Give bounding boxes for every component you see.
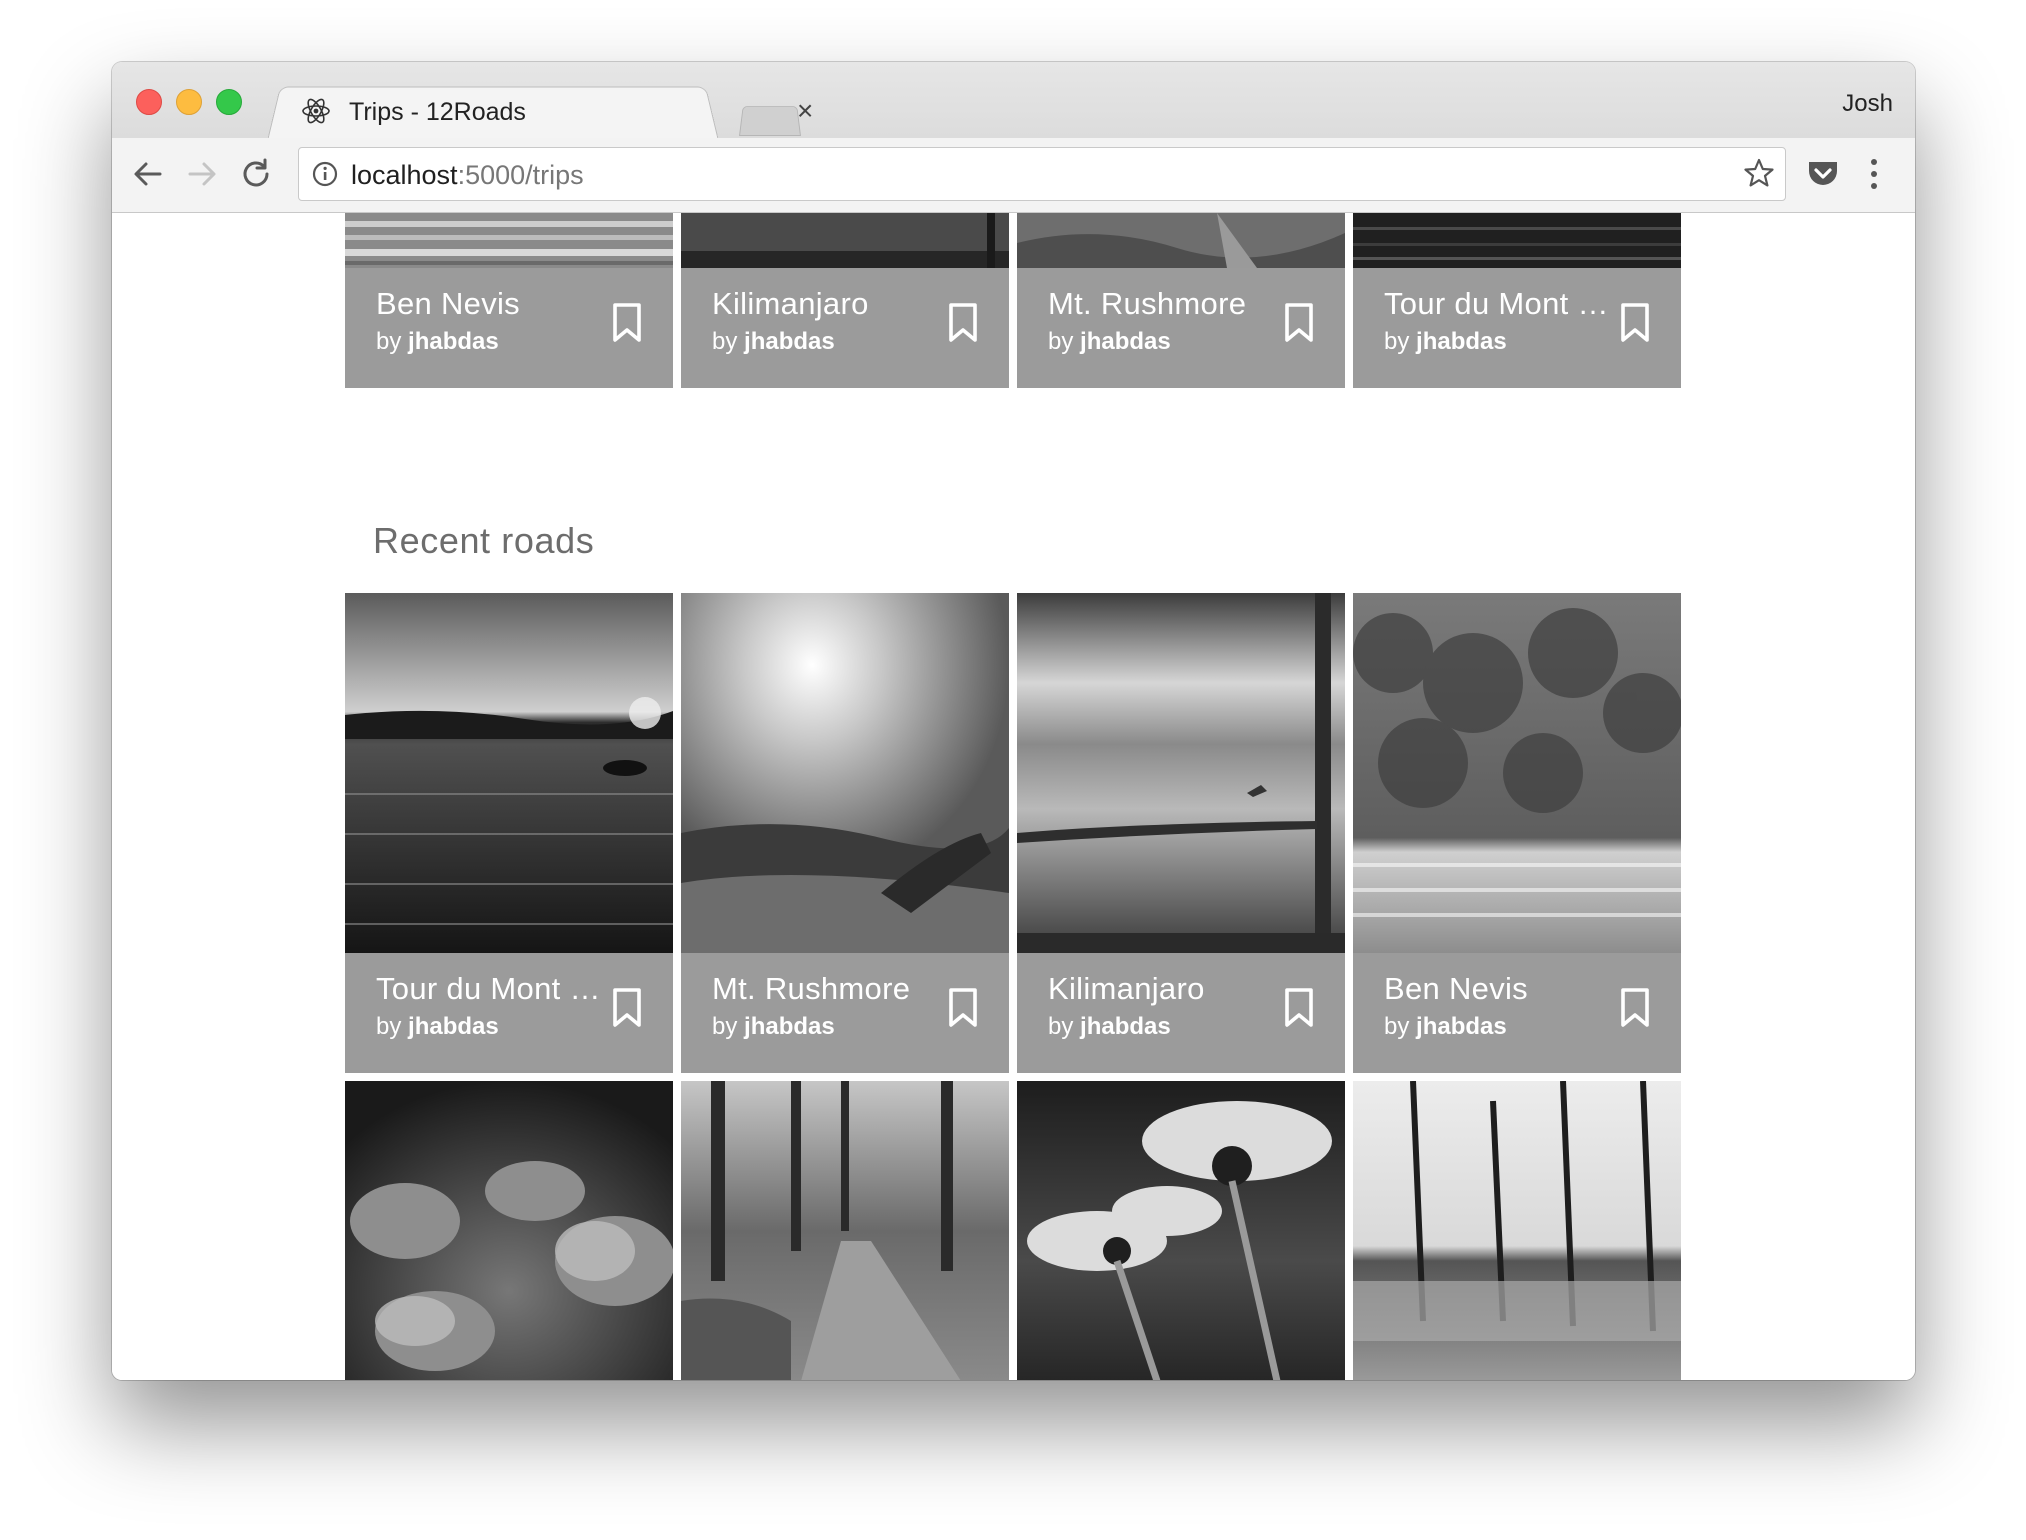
- by-prefix: by: [1384, 328, 1410, 355]
- trip-name[interactable]: Mt. Rushmore: [712, 971, 942, 1007]
- active-tab[interactable]: Trips - 12Roads ×: [287, 84, 813, 138]
- by-prefix: by: [1048, 1013, 1074, 1040]
- card-footer: Tour du Mont Blanc by jhabdas: [1353, 268, 1681, 388]
- star-icon[interactable]: [1743, 157, 1775, 189]
- trip-name[interactable]: Mt. Rushmore: [1048, 286, 1278, 322]
- trip-photo: [681, 1081, 1009, 1380]
- trip-card[interactable]: [345, 1081, 673, 1380]
- bookmark-icon[interactable]: [1617, 987, 1653, 1029]
- bookmark-icon[interactable]: [1281, 987, 1317, 1029]
- by-prefix: by: [712, 1013, 738, 1040]
- card-footer: Kilimanjaro by jhabdas: [681, 268, 1009, 388]
- url-host: localhost: [351, 160, 458, 190]
- reload-icon[interactable]: [238, 156, 274, 192]
- trip-card[interactable]: Tour du Mont Blanc by jhabdas: [1353, 213, 1681, 388]
- bookmark-icon[interactable]: [945, 987, 981, 1029]
- by-prefix: by: [1384, 1013, 1410, 1040]
- minimize-window-button[interactable]: [176, 89, 202, 115]
- trip-name[interactable]: Ben Nevis: [376, 286, 606, 322]
- close-window-button[interactable]: [136, 89, 162, 115]
- trip-photo: [681, 213, 1009, 268]
- react-icon: [302, 98, 330, 124]
- trip-author: by jhabdas: [712, 328, 835, 356]
- url-path: :5000/trips: [457, 160, 584, 190]
- trip-author: by jhabdas: [376, 328, 499, 356]
- by-prefix: by: [712, 328, 738, 355]
- trip-photo: [1353, 593, 1681, 953]
- trip-photo: [1017, 593, 1345, 953]
- menu-icon[interactable]: [1868, 156, 1880, 192]
- author-name[interactable]: jhabdas: [744, 1013, 835, 1040]
- trip-name[interactable]: Ben Nevis: [1384, 971, 1614, 1007]
- card-footer: Kilimanjaro by jhabdas: [1017, 953, 1345, 1073]
- card-footer: Tour du Mont Blanc by jhabdas: [345, 953, 673, 1073]
- by-prefix: by: [1048, 328, 1074, 355]
- trip-card[interactable]: Ben Nevis by jhabdas: [1353, 593, 1681, 1073]
- trip-author: by jhabdas: [1048, 1013, 1171, 1041]
- trip-card[interactable]: Tour du Mont Blanc by jhabdas: [345, 593, 673, 1073]
- trip-card[interactable]: Ben Nevis by jhabdas: [345, 213, 673, 388]
- by-prefix: by: [376, 328, 402, 355]
- bookmark-icon[interactable]: [609, 302, 645, 344]
- address-bar[interactable]: localhost:5000/trips: [298, 147, 1786, 201]
- card-footer: Mt. Rushmore by jhabdas: [681, 953, 1009, 1073]
- pocket-icon[interactable]: [1806, 156, 1840, 190]
- trip-author: by jhabdas: [1048, 328, 1171, 356]
- tab-title: Trips - 12Roads: [349, 98, 526, 126]
- trip-card[interactable]: [681, 1081, 1009, 1380]
- trip-name[interactable]: Kilimanjaro: [712, 286, 942, 322]
- trip-author: by jhabdas: [1384, 328, 1507, 356]
- bookmark-icon[interactable]: [945, 302, 981, 344]
- bookmark-icon[interactable]: [609, 987, 645, 1029]
- trip-photo: [1017, 1081, 1345, 1380]
- forward-arrow-icon[interactable]: [184, 156, 220, 192]
- trip-author: by jhabdas: [712, 1013, 835, 1041]
- trip-name[interactable]: Tour du Mont Blanc: [1384, 286, 1614, 322]
- trip-photo: [345, 213, 673, 268]
- trip-photo: [345, 593, 673, 953]
- browser-toolbar: localhost:5000/trips: [112, 138, 1915, 213]
- trip-photo: [1353, 213, 1681, 268]
- url-text[interactable]: localhost:5000/trips: [351, 160, 584, 191]
- author-name[interactable]: jhabdas: [744, 328, 835, 355]
- trip-card[interactable]: [1017, 1081, 1345, 1380]
- author-name[interactable]: jhabdas: [1416, 1013, 1507, 1040]
- card-footer: Ben Nevis by jhabdas: [1353, 953, 1681, 1073]
- card-footer: Ben Nevis by jhabdas: [345, 268, 673, 388]
- trip-card[interactable]: [1353, 1081, 1681, 1380]
- trip-card[interactable]: Kilimanjaro by jhabdas: [1017, 593, 1345, 1073]
- author-name[interactable]: jhabdas: [1080, 328, 1171, 355]
- author-name[interactable]: jhabdas: [1080, 1013, 1171, 1040]
- bookmark-icon[interactable]: [1617, 302, 1653, 344]
- browser-window: Trips - 12Roads × Josh localhost:5000/tr…: [112, 62, 1915, 1380]
- trip-author: by jhabdas: [376, 1013, 499, 1041]
- tab-close-icon[interactable]: ×: [797, 97, 813, 125]
- author-name[interactable]: jhabdas: [1416, 328, 1507, 355]
- page-content: Ben Nevis by jhabdas Kilimanjaro by jhab…: [112, 213, 1915, 1380]
- trip-photo: [681, 593, 1009, 953]
- trip-name[interactable]: Kilimanjaro: [1048, 971, 1278, 1007]
- zoom-window-button[interactable]: [216, 89, 242, 115]
- author-name[interactable]: jhabdas: [408, 1013, 499, 1040]
- by-prefix: by: [376, 1013, 402, 1040]
- profile-name[interactable]: Josh: [1842, 90, 1893, 118]
- title-bar: Trips - 12Roads × Josh: [112, 62, 1915, 141]
- bookmark-icon[interactable]: [1281, 302, 1317, 344]
- card-footer: Mt. Rushmore by jhabdas: [1017, 268, 1345, 388]
- trip-photo: [1017, 213, 1345, 268]
- trip-photo: [1353, 1081, 1681, 1380]
- trip-card[interactable]: Mt. Rushmore by jhabdas: [681, 593, 1009, 1073]
- trip-photo: [345, 1081, 673, 1380]
- trip-author: by jhabdas: [1384, 1013, 1507, 1041]
- trip-card[interactable]: Kilimanjaro by jhabdas: [681, 213, 1009, 388]
- info-icon[interactable]: [311, 160, 339, 188]
- back-arrow-icon[interactable]: [130, 156, 166, 192]
- new-tab-button[interactable]: [739, 105, 801, 136]
- section-title-recent-roads: Recent roads: [373, 520, 595, 561]
- author-name[interactable]: jhabdas: [408, 328, 499, 355]
- trip-card[interactable]: Mt. Rushmore by jhabdas: [1017, 213, 1345, 388]
- trip-name[interactable]: Tour du Mont Blanc: [376, 971, 606, 1007]
